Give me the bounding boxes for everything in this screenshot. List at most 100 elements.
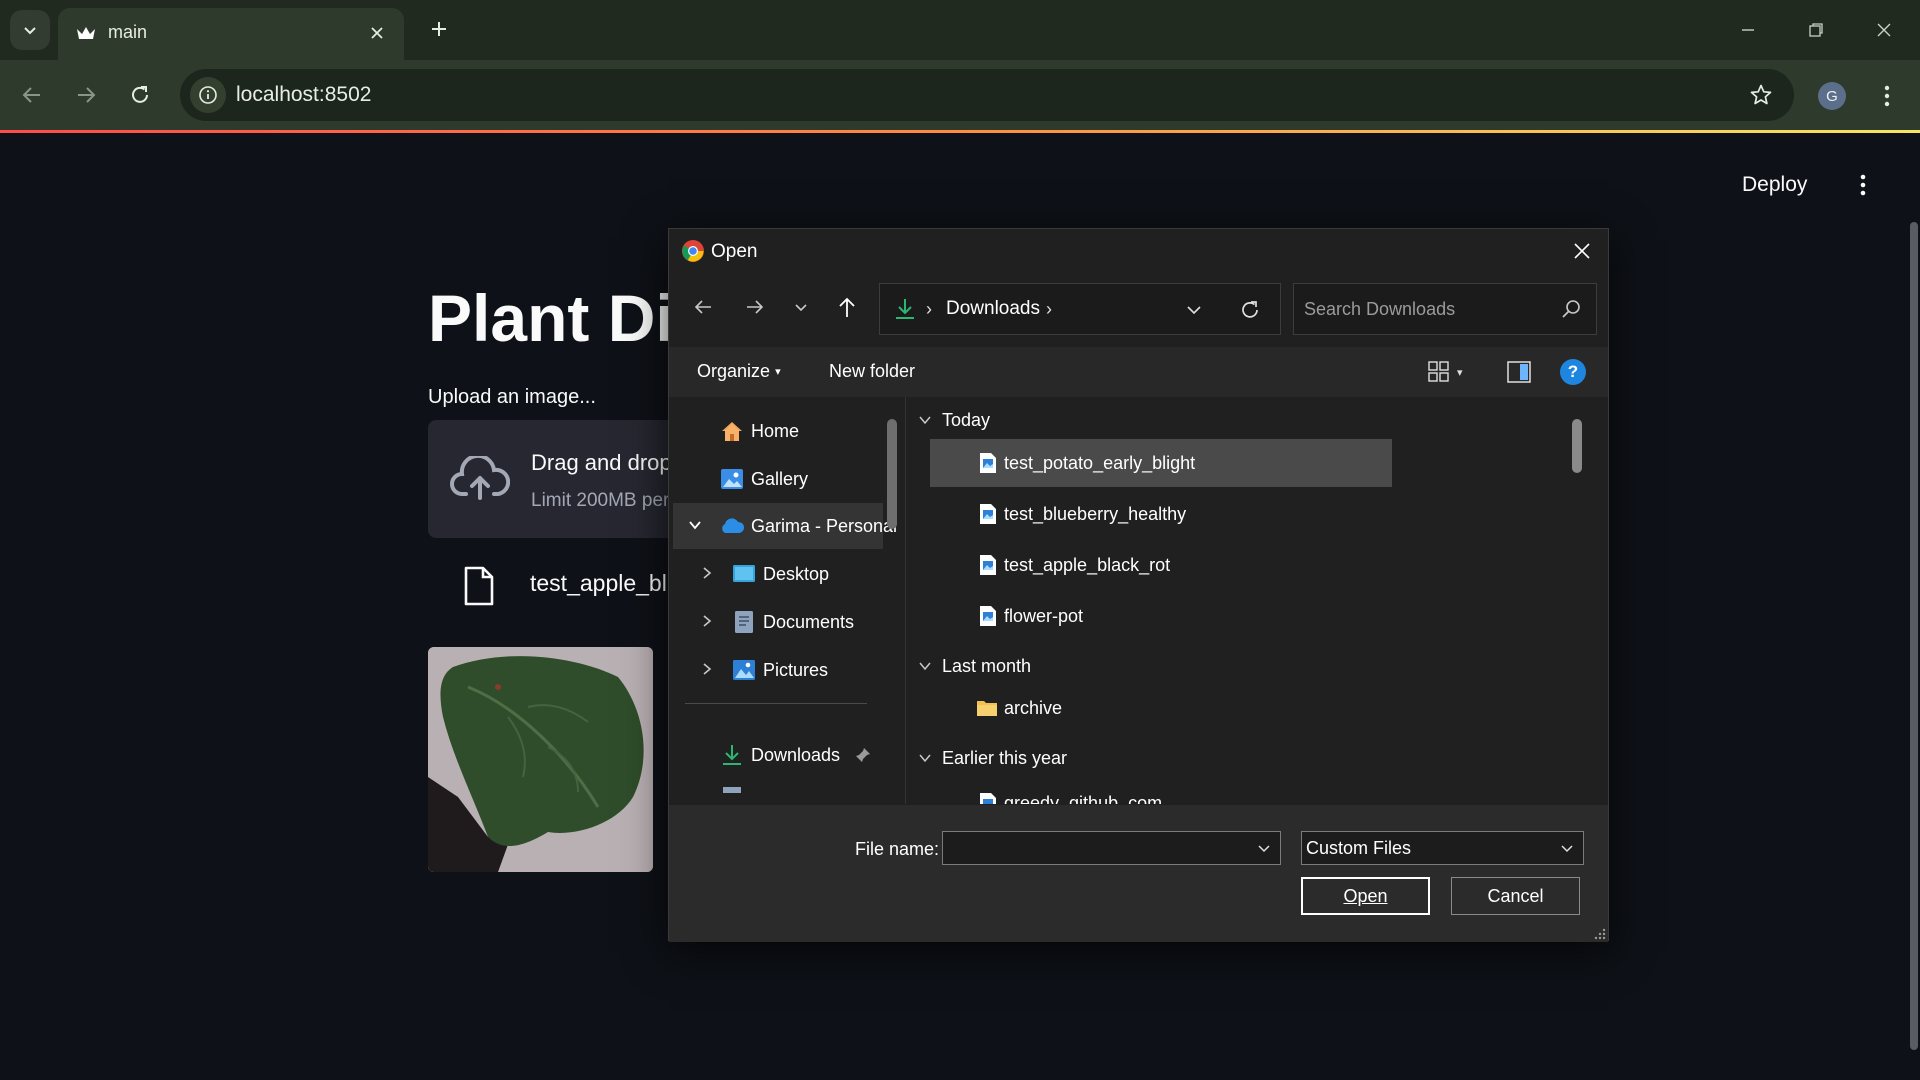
new-tab-button[interactable] xyxy=(424,14,454,44)
file-type-select[interactable]: Custom Files xyxy=(1301,831,1584,865)
forward-button[interactable] xyxy=(66,75,106,115)
pin-icon xyxy=(856,748,871,762)
chevron-down-icon xyxy=(689,521,701,530)
expand-documents-toggle[interactable] xyxy=(697,611,717,631)
dropzone-title: Drag and drop xyxy=(531,450,672,475)
tab-close-button[interactable] xyxy=(364,20,390,46)
nav-item-downloads[interactable]: Downloads xyxy=(719,733,872,777)
breadcrumb-chevron-icon[interactable]: › xyxy=(1046,299,1052,320)
deploy-button[interactable]: Deploy xyxy=(1742,173,1807,197)
expand-onedrive-toggle[interactable] xyxy=(685,515,705,535)
file-icon xyxy=(464,566,494,606)
grid-view-icon xyxy=(1428,361,1449,382)
address-history-button[interactable] xyxy=(1180,296,1208,324)
folder-item[interactable]: archive xyxy=(930,684,1392,732)
search-icon[interactable] xyxy=(1560,298,1582,320)
close-icon xyxy=(1877,23,1891,37)
file-item[interactable]: greedy_github_com xyxy=(930,779,1392,804)
new-folder-button[interactable]: New folder xyxy=(829,361,915,382)
back-button[interactable] xyxy=(12,75,52,115)
nav-item-label: Gallery xyxy=(751,468,809,489)
dialog-search-box[interactable] xyxy=(1293,283,1597,335)
expand-pictures-toggle[interactable] xyxy=(697,659,717,679)
nav-item-label: Documents xyxy=(763,611,855,632)
file-name: flower-pot xyxy=(1004,605,1084,626)
folder-icon xyxy=(977,701,997,716)
file-name-input[interactable] xyxy=(943,832,1243,864)
group-header-last-month[interactable]: Last month xyxy=(918,651,1031,681)
nav-divider xyxy=(685,703,867,704)
pictures-icon xyxy=(733,660,755,680)
download-icon xyxy=(896,299,914,319)
file-name-label: File name: xyxy=(855,839,940,859)
nav-item-desktop[interactable]: Desktop xyxy=(731,552,829,596)
search-input[interactable] xyxy=(1294,284,1544,334)
breadcrumb-downloads[interactable]: Downloads xyxy=(946,298,1040,320)
dialog-back-button[interactable] xyxy=(685,289,721,325)
file-item[interactable]: test_potato_early_blight xyxy=(930,439,1392,487)
url-text[interactable]: localhost:8502 xyxy=(236,83,371,107)
tab-search-button[interactable] xyxy=(10,10,50,50)
bookmark-button[interactable] xyxy=(1746,80,1776,110)
expand-desktop-toggle[interactable] xyxy=(697,563,717,583)
window-close-button[interactable] xyxy=(1864,10,1904,50)
nav-item-label: Downloads xyxy=(751,744,841,765)
home-icon xyxy=(722,422,742,441)
open-button[interactable]: Open xyxy=(1301,877,1430,915)
help-button[interactable]: ? xyxy=(1560,359,1586,385)
preview-pane-icon[interactable] xyxy=(1506,359,1532,385)
chevron-down-icon xyxy=(919,662,931,671)
chevron-down-icon xyxy=(1187,306,1201,315)
browser-tab[interactable]: main xyxy=(58,8,404,60)
app-menu-button[interactable] xyxy=(1848,167,1878,203)
cloud-upload-icon xyxy=(450,456,510,500)
group-header-earlier[interactable]: Earlier this year xyxy=(918,743,1067,773)
dialog-address-bar[interactable]: › Downloads › xyxy=(879,283,1281,335)
profile-avatar[interactable]: G xyxy=(1818,82,1846,110)
caret-down-icon: ▾ xyxy=(1457,366,1463,379)
nav-item-pictures[interactable]: Pictures xyxy=(731,648,828,692)
chrome-icon xyxy=(682,240,704,262)
file-list-scrollbar[interactable] xyxy=(1572,419,1582,473)
breadcrumb-chevron-icon: › xyxy=(926,299,932,319)
file-name-combobox[interactable] xyxy=(942,831,1281,865)
arrow-right-icon xyxy=(78,87,96,103)
reload-button[interactable] xyxy=(120,75,160,115)
browser-menu-button[interactable] xyxy=(1872,76,1902,116)
documents-icon xyxy=(735,611,753,633)
organize-menu[interactable]: Organize ▾ xyxy=(697,361,781,382)
chevron-down-icon[interactable] xyxy=(1256,840,1272,856)
arrow-right-icon xyxy=(747,300,764,314)
page-scrollbar[interactable] xyxy=(1910,222,1918,1050)
dialog-forward-button[interactable] xyxy=(737,289,773,325)
dialog-footer: File name: Custom Files Open Cancel xyxy=(669,805,1608,942)
resize-grip-icon[interactable] xyxy=(1594,928,1606,940)
group-label: Today xyxy=(942,409,991,430)
arrow-left-icon xyxy=(22,87,40,103)
dialog-refresh-button[interactable] xyxy=(1234,294,1266,326)
nav-item-documents[interactable]: Documents xyxy=(731,600,854,644)
nav-item-partial-icon xyxy=(723,787,741,793)
file-item[interactable]: flower-pot xyxy=(930,592,1392,640)
dialog-close-button[interactable] xyxy=(1564,233,1600,269)
up-folder-button[interactable] xyxy=(829,289,865,325)
change-view-button[interactable]: ▾ xyxy=(1427,359,1475,385)
dialog-titlebar[interactable]: Open xyxy=(669,229,1608,273)
recent-locations-button[interactable] xyxy=(783,289,819,325)
nav-item-onedrive[interactable]: Garima - Personal xyxy=(719,504,897,548)
chevron-down-icon xyxy=(919,754,931,763)
nav-pane-scrollbar[interactable] xyxy=(887,419,897,529)
site-info-button[interactable] xyxy=(190,77,226,113)
file-item[interactable]: test_apple_black_rot xyxy=(930,541,1392,589)
address-bar[interactable]: localhost:8502 xyxy=(180,69,1794,121)
file-item[interactable]: test_blueberry_healthy xyxy=(930,490,1392,538)
restore-icon xyxy=(1809,23,1823,37)
restore-button[interactable] xyxy=(1796,10,1836,50)
minimize-button[interactable] xyxy=(1728,10,1768,50)
nav-item-home[interactable]: Home xyxy=(719,409,799,453)
image-file-icon xyxy=(980,453,996,473)
group-header-today[interactable]: Today xyxy=(918,405,990,435)
nav-item-gallery[interactable]: Gallery xyxy=(719,457,808,501)
cancel-button[interactable]: Cancel xyxy=(1451,877,1580,915)
arrow-left-icon xyxy=(694,300,711,314)
